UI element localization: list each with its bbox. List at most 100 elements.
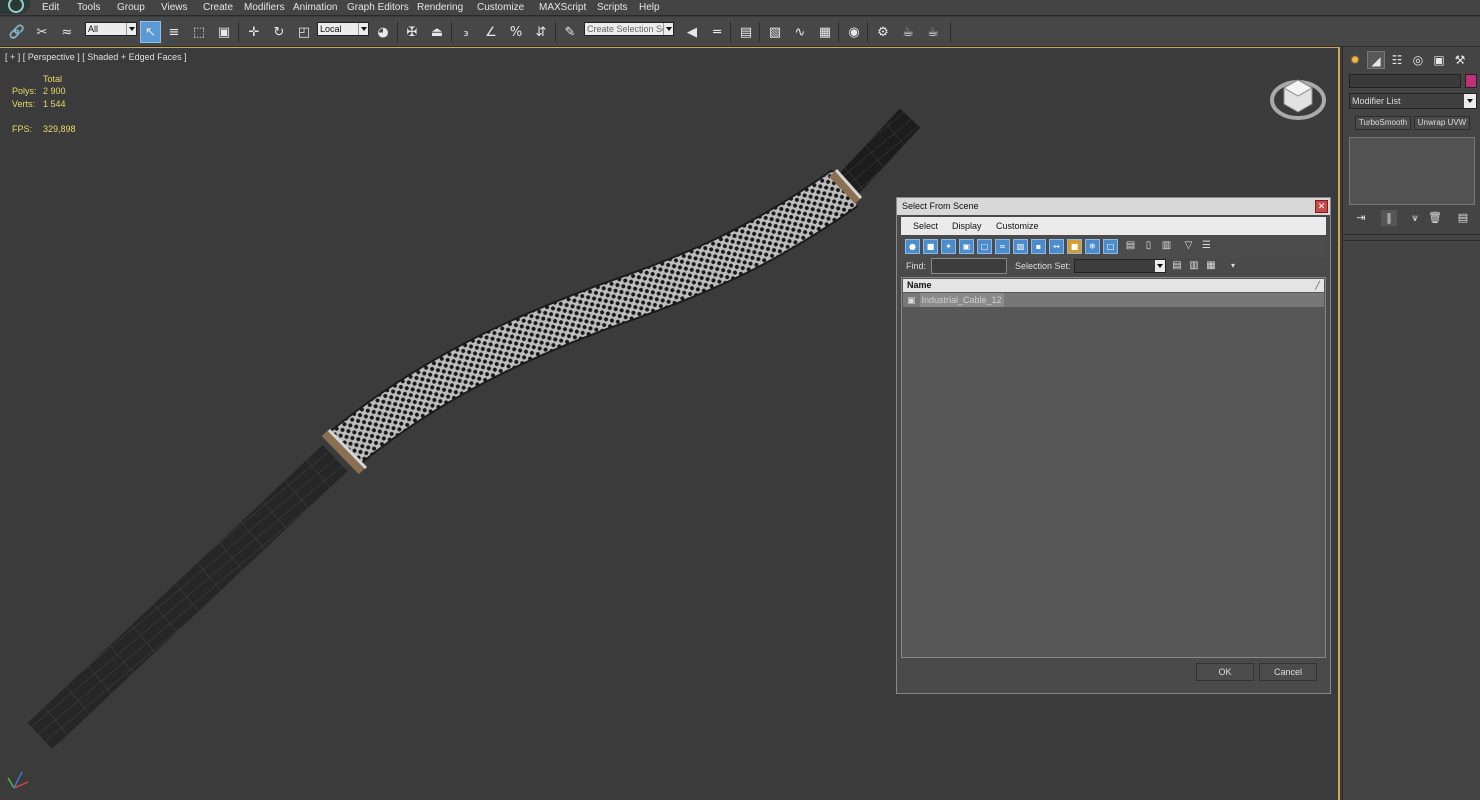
display-groups-icon[interactable]: ▧ bbox=[1013, 239, 1028, 254]
bind-space-warp-icon[interactable]: ≈ bbox=[58, 23, 76, 41]
filter-options-icon[interactable]: ☰ bbox=[1199, 239, 1214, 254]
modifier-list-dropdown[interactable]: Modifier List bbox=[1349, 93, 1477, 109]
dialog-menu-display[interactable]: Display bbox=[952, 221, 982, 231]
display-geometry-icon[interactable]: ● bbox=[905, 239, 920, 254]
modify-tab-icon[interactable]: ◢ bbox=[1367, 51, 1385, 69]
expand-arrow-icon[interactable]: ▾ bbox=[1227, 259, 1239, 273]
snap-toggle-icon[interactable]: ₃ bbox=[457, 23, 475, 41]
align-icon[interactable]: ═ bbox=[708, 23, 726, 41]
schematic-view-icon[interactable]: ▦ bbox=[816, 23, 834, 41]
select-by-name-icon[interactable]: ≡ bbox=[165, 23, 183, 41]
sort-arrow-icon[interactable]: ╱ bbox=[1315, 279, 1320, 292]
menu-animation[interactable]: Animation bbox=[293, 2, 337, 13]
name-column-header[interactable]: Name ╱ bbox=[903, 279, 1324, 292]
dialog-titlebar[interactable]: Select From Scene ✕ bbox=[897, 198, 1330, 215]
rotate-icon[interactable]: ↻ bbox=[270, 23, 288, 41]
remove-from-set-icon[interactable]: ▦ bbox=[1205, 259, 1217, 273]
reference-coord-value: Local bbox=[320, 24, 342, 34]
pin-stack-icon[interactable]: ⇥ bbox=[1353, 210, 1369, 226]
show-end-result-icon[interactable]: ‖ bbox=[1381, 210, 1397, 226]
utilities-tab-icon[interactable]: ⚒ bbox=[1451, 51, 1469, 69]
display-xrefs-icon[interactable]: ▪ bbox=[1031, 239, 1046, 254]
menu-customize[interactable]: Customize bbox=[477, 2, 524, 13]
display-containers-icon[interactable]: ■ bbox=[1067, 239, 1082, 254]
render-setup-icon[interactable]: ⚙ bbox=[874, 23, 892, 41]
spinner-snap-icon[interactable]: ⇵ bbox=[532, 23, 550, 41]
display-frozen-icon[interactable]: ❄ bbox=[1085, 239, 1100, 254]
filter-icon[interactable]: ▽ bbox=[1181, 239, 1196, 254]
mirror-icon[interactable]: ◀ bbox=[683, 23, 701, 41]
create-set-icon[interactable]: ▤ bbox=[1171, 259, 1183, 273]
display-none-icon[interactable]: ▯ bbox=[1141, 239, 1156, 254]
selection-filter-dropdown[interactable]: All bbox=[85, 22, 137, 36]
find-input[interactable] bbox=[931, 258, 1007, 274]
display-helpers-icon[interactable]: ▢ bbox=[977, 239, 992, 254]
pivot-center-icon[interactable]: ◕ bbox=[374, 23, 392, 41]
rendered-frame-icon[interactable]: ☕ bbox=[899, 23, 917, 41]
menu-graph-editors[interactable]: Graph Editors bbox=[347, 2, 409, 13]
keyboard-shortcut-icon[interactable]: ⏏ bbox=[428, 23, 446, 41]
create-tab-icon[interactable]: ✹ bbox=[1346, 51, 1364, 69]
menu-group[interactable]: Group bbox=[117, 2, 145, 13]
turbosmooth-button[interactable]: TurboSmooth bbox=[1355, 116, 1411, 130]
hierarchy-tab-icon[interactable]: ☷ bbox=[1388, 51, 1406, 69]
dialog-menu-customize[interactable]: Customize bbox=[996, 221, 1039, 231]
list-item[interactable]: ▣ Industrial_Cable_12 bbox=[903, 293, 1324, 307]
ok-button[interactable]: OK bbox=[1196, 663, 1254, 681]
select-manipulate-icon[interactable]: ✠ bbox=[403, 23, 421, 41]
make-unique-icon[interactable]: ⩛ bbox=[1407, 210, 1423, 226]
selection-set-dropdown[interactable] bbox=[1074, 259, 1166, 273]
menu-rendering[interactable]: Rendering bbox=[417, 2, 463, 13]
display-spacewarps-icon[interactable]: ≈ bbox=[995, 239, 1010, 254]
viewcube-icon[interactable] bbox=[1270, 72, 1326, 122]
select-link-icon[interactable]: 🔗 bbox=[8, 23, 26, 41]
named-selection-dropdown[interactable]: Create Selection Se bbox=[584, 22, 674, 36]
window-crossing-icon[interactable]: ▣ bbox=[215, 23, 233, 41]
menu-views[interactable]: Views bbox=[161, 2, 188, 13]
scene-object-list[interactable]: Name ╱ ▣ Industrial_Cable_12 bbox=[901, 277, 1326, 658]
display-hidden-icon[interactable]: □ bbox=[1103, 239, 1118, 254]
display-cameras-icon[interactable]: ▣ bbox=[959, 239, 974, 254]
rect-region-icon[interactable]: ⬚ bbox=[190, 23, 208, 41]
material-editor-icon[interactable]: ◉ bbox=[845, 23, 863, 41]
menu-tools[interactable]: Tools bbox=[77, 2, 100, 13]
display-lights-icon[interactable]: ✦ bbox=[941, 239, 956, 254]
close-icon[interactable]: ✕ bbox=[1315, 200, 1328, 213]
menu-help[interactable]: Help bbox=[639, 2, 660, 13]
remove-modifier-icon[interactable]: 🗑 bbox=[1427, 210, 1443, 226]
angle-snap-icon[interactable]: ∠ bbox=[482, 23, 500, 41]
app-logo-icon[interactable] bbox=[0, 0, 30, 14]
layer-manager-icon[interactable]: ▤ bbox=[737, 23, 755, 41]
menu-edit[interactable]: Edit bbox=[42, 2, 59, 13]
display-all-icon[interactable]: ▤ bbox=[1123, 239, 1138, 254]
menu-create[interactable]: Create bbox=[203, 2, 233, 13]
select-object-icon[interactable]: ↖ bbox=[140, 21, 161, 43]
display-tab-icon[interactable]: ▣ bbox=[1430, 51, 1448, 69]
object-color-swatch[interactable] bbox=[1465, 74, 1477, 88]
menu-modifiers[interactable]: Modifiers bbox=[244, 2, 285, 13]
unwrap-uvw-button[interactable]: Unwrap UVW bbox=[1414, 116, 1470, 130]
menu-scripts[interactable]: Scripts bbox=[597, 2, 628, 13]
motion-tab-icon[interactable]: ◎ bbox=[1409, 51, 1427, 69]
add-to-set-icon[interactable]: ▥ bbox=[1188, 259, 1200, 273]
dialog-menu-select[interactable]: Select bbox=[913, 221, 938, 231]
object-name-field[interactable] bbox=[1349, 74, 1461, 88]
graphite-icon[interactable]: ▧ bbox=[766, 23, 784, 41]
percent-snap-icon[interactable]: % bbox=[507, 23, 525, 41]
modifier-stack[interactable] bbox=[1349, 137, 1475, 205]
reference-coord-dropdown[interactable]: Local bbox=[317, 22, 369, 36]
edit-named-sets-icon[interactable]: ✎ bbox=[561, 23, 579, 41]
move-icon[interactable]: ✛ bbox=[245, 23, 263, 41]
unlink-icon[interactable]: ✂ bbox=[33, 23, 51, 41]
configure-sets-icon[interactable]: ▤ bbox=[1455, 210, 1471, 226]
menu-maxscript[interactable]: MAXScript bbox=[539, 2, 586, 13]
polys-value: 2 900 bbox=[43, 86, 66, 96]
scale-icon[interactable]: ◰ bbox=[295, 23, 313, 41]
render-icon[interactable]: ☕ bbox=[924, 23, 942, 41]
display-bones-icon[interactable]: ↔ bbox=[1049, 239, 1064, 254]
display-invert-icon[interactable]: ▥ bbox=[1159, 239, 1174, 254]
curve-editor-icon[interactable]: ∿ bbox=[791, 23, 809, 41]
display-shapes-icon[interactable]: ■ bbox=[923, 239, 938, 254]
viewport-label[interactable]: [ + ] [ Perspective ] [ Shaded + Edged F… bbox=[5, 52, 187, 62]
cancel-button[interactable]: Cancel bbox=[1259, 663, 1317, 681]
